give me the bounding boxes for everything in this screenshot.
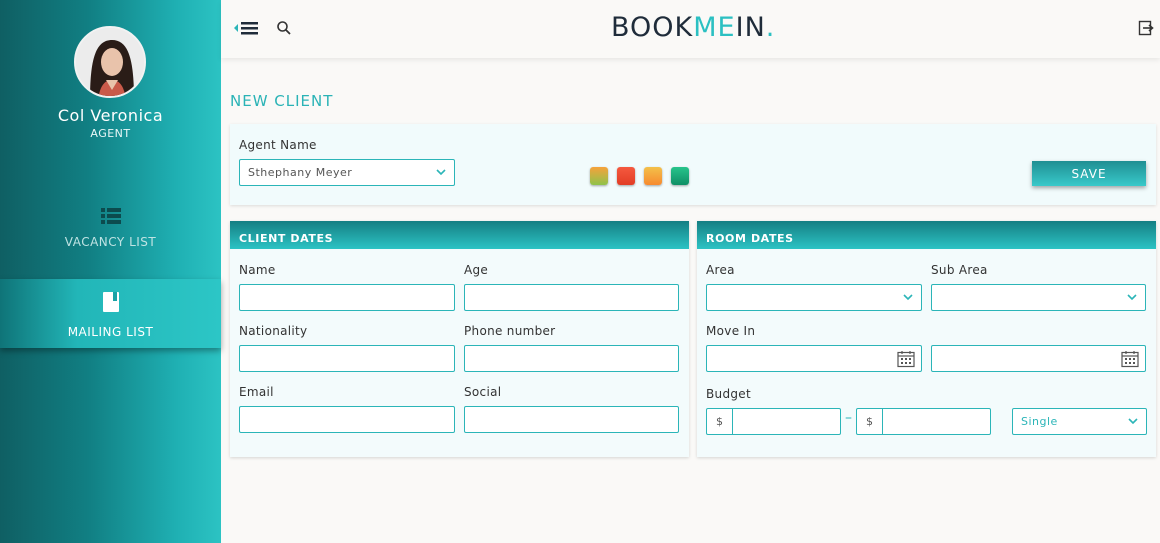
email-label: Email [239,385,274,399]
nav-vacancy-label: VACANCY LIST [64,235,157,249]
move-in-start-input[interactable] [706,345,922,372]
logout-icon [1138,20,1154,36]
nav-mailing-label: MAILING LIST [67,325,154,339]
menu-toggle-button[interactable] [233,20,261,38]
sub-area-select[interactable] [931,284,1146,311]
sidebar: Col Veronica AGENT VACANCY LIST MAILING … [0,0,221,543]
brand-dot: . [765,12,776,43]
brand-part3: IN [735,12,766,43]
logout-button[interactable] [1138,20,1154,36]
list-icon [101,208,121,224]
name-label: Name [239,263,276,277]
page-title: NEW CLIENT [230,92,334,110]
room-type-select[interactable]: Single [1012,408,1147,435]
move-in-label: Move In [706,324,756,338]
budget-min-input[interactable]: $ [706,408,841,435]
client-dates-header: CLIENT DATES [230,221,689,249]
nav-vacancy-list[interactable]: VACANCY LIST [0,195,221,265]
calendar-icon[interactable] [897,350,915,368]
area-label: Area [706,263,735,277]
nationality-input[interactable] [239,345,455,372]
brand-logo: BOOKMEIN. [611,12,775,43]
area-select[interactable] [706,284,922,311]
agent-name-label: Agent Name [239,138,317,152]
color-swatch-orange[interactable] [644,167,662,185]
age-label: Age [464,263,489,277]
budget-range-dash: – [845,410,852,426]
color-swatch-red[interactable] [617,167,635,185]
social-label: Social [464,385,502,399]
room-type-value: Single [1021,415,1058,428]
brand-part1: BOOK [611,12,694,43]
book-icon [103,292,119,312]
user-avatar[interactable] [74,26,146,98]
calendar-icon[interactable] [1121,350,1139,368]
chevron-down-icon [1128,418,1138,425]
currency-prefix: $ [707,409,733,434]
topbar: BOOKMEIN. [221,0,1160,58]
brand-part2: ME [693,12,736,43]
chevron-down-icon [903,294,913,301]
user-name: Col Veronica [57,106,164,125]
nationality-label: Nationality [239,324,308,338]
chevron-down-icon [1127,294,1137,301]
color-swatch-teal[interactable] [671,167,689,185]
save-button[interactable]: SAVE [1032,161,1146,186]
sub-area-label: Sub Area [931,263,988,277]
user-role: AGENT [90,127,131,140]
agent-name-select[interactable]: Sthephany Meyer [239,159,455,186]
color-swatch-green[interactable] [590,167,608,185]
room-dates-header: ROOM DATES [697,221,1156,249]
menu-collapse-icon [234,22,258,35]
search-icon [277,21,291,35]
social-input[interactable] [464,406,679,433]
budget-max-input[interactable]: $ [856,408,991,435]
move-in-end-input[interactable] [931,345,1146,372]
age-input[interactable] [464,284,679,311]
email-input[interactable] [239,406,455,433]
phone-input[interactable] [464,345,679,372]
name-input[interactable] [239,284,455,311]
currency-prefix: $ [857,409,883,434]
nav-mailing-list[interactable]: MAILING LIST [0,279,221,348]
search-button[interactable] [276,20,292,36]
agent-name-value: Sthephany Meyer [248,166,353,179]
chevron-down-icon [436,169,446,176]
budget-label: Budget [706,387,751,401]
phone-label: Phone number [464,324,556,338]
